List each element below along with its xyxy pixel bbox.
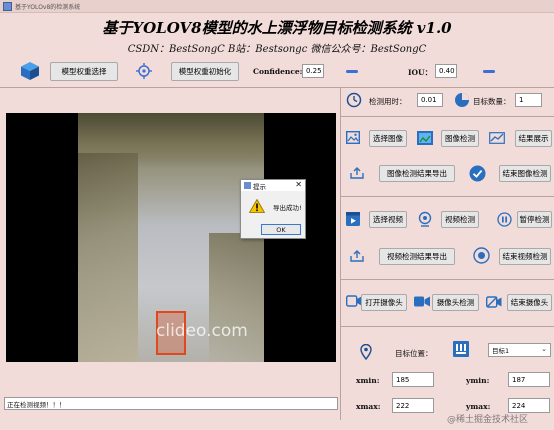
- time-field: 0.01: [417, 93, 443, 107]
- dialog-app-icon: [244, 182, 251, 189]
- video-detect-button[interactable]: 视频检测: [441, 211, 479, 228]
- select-weights-button[interactable]: 模型权重选择: [50, 62, 118, 81]
- line-chart-icon: [489, 132, 505, 144]
- select-video-button[interactable]: 选择视频: [369, 211, 407, 228]
- clock-icon: [346, 92, 362, 108]
- xmax-field: 222: [392, 398, 434, 413]
- show-result-button[interactable]: 结果展示: [515, 130, 552, 147]
- xmin-label: xmin:: [356, 376, 380, 385]
- ymax-label: ymax:: [466, 402, 491, 411]
- dialog-ok-button[interactable]: OK: [261, 224, 301, 235]
- stop-circle-icon: [473, 247, 490, 264]
- window-titlebar: 基于YOLOv8的检测系统: [0, 0, 554, 13]
- info-dialog: 提示 ✕ 导出成功! OK: [240, 179, 306, 239]
- header-divider: [0, 87, 554, 88]
- target-list-icon: [453, 341, 469, 357]
- upload-icon: [350, 167, 364, 179]
- video-camera-icon: [414, 296, 430, 307]
- video-upload-icon: [350, 250, 364, 262]
- target-crosshair-icon: [136, 63, 152, 79]
- pause-detect-button[interactable]: 暂停检测: [517, 211, 552, 228]
- frame-vegetation-right: [209, 233, 264, 362]
- panel-divider: [340, 87, 341, 420]
- app-icon: [3, 2, 12, 11]
- model-cube-icon: [21, 62, 39, 80]
- open-camera-button[interactable]: 打开摄像头: [361, 294, 407, 311]
- video-section-divider: [340, 279, 554, 280]
- select-image-button[interactable]: 选择图像: [369, 130, 407, 147]
- time-label: 检测用时：: [369, 97, 407, 106]
- webcam-icon: [418, 211, 432, 227]
- export-image-result-button[interactable]: 图像检测结果导出: [379, 165, 455, 182]
- stop-image-detect-button[interactable]: 结束图像检测: [499, 165, 551, 182]
- frame-vegetation-left: [78, 153, 138, 362]
- image-detect-icon: [417, 131, 433, 145]
- ymin-field: 187: [508, 372, 550, 387]
- dialog-title: 提示: [253, 183, 266, 191]
- page-title: 基于YOLOV8模型的水上漂浮物目标检测系统 v1.0: [102, 19, 452, 37]
- confidence-spinbox[interactable]: 0.25: [302, 64, 324, 78]
- target-select[interactable]: 目标1 ⌄: [488, 343, 551, 357]
- camera-section-divider: [340, 326, 554, 327]
- window-title: 基于YOLOv8的检测系统: [15, 4, 81, 11]
- ymin-label: ymin:: [466, 376, 490, 385]
- count-label: 目标数量：: [473, 97, 511, 106]
- location-pin-icon: [360, 344, 372, 360]
- ymax-field: 224: [508, 398, 550, 413]
- video-file-icon: [346, 212, 360, 226]
- stats-divider: [340, 116, 554, 117]
- dialog-titlebar: 提示 ✕: [241, 180, 305, 191]
- status-field: 正在检测视频！！！: [4, 397, 338, 410]
- export-video-result-button[interactable]: 视频检测结果导出: [379, 248, 455, 265]
- dialog-message: 导出成功!: [273, 204, 302, 212]
- check-circle-icon: [469, 165, 486, 182]
- iou-slider[interactable]: [483, 70, 495, 73]
- dialog-close-button[interactable]: ✕: [295, 180, 302, 189]
- iou-label: IOU：: [408, 68, 433, 77]
- camera-off-icon: [486, 296, 502, 308]
- pie-chart-icon: [455, 93, 469, 107]
- camera-icon: [346, 295, 362, 307]
- image-detect-button[interactable]: 图像检测: [441, 130, 479, 147]
- warning-icon: [249, 199, 265, 213]
- image-section-divider: [340, 196, 554, 197]
- iou-spinbox[interactable]: 0.40: [435, 64, 457, 78]
- target-select-value: 目标1: [492, 347, 510, 355]
- count-field: 1: [515, 93, 542, 107]
- camera-detect-button[interactable]: 摄像头检测: [432, 294, 479, 311]
- confidence-slider[interactable]: [346, 70, 358, 73]
- footer-watermark: @稀土掘金技术社区: [447, 415, 529, 425]
- close-camera-button[interactable]: 结束摄像头: [507, 294, 552, 311]
- stop-video-detect-button[interactable]: 结束视频检测: [499, 248, 551, 265]
- page-subtitle: CSDN：BestSongC B站：Bestsongc 微信公众号：BestSo…: [127, 44, 427, 55]
- xmin-field: 185: [392, 372, 434, 387]
- pause-icon: [497, 212, 512, 227]
- xmax-label: xmax:: [356, 402, 381, 411]
- init-weights-button[interactable]: 模型权重初始化: [171, 62, 239, 81]
- confidence-label: Confidence:: [253, 67, 303, 76]
- video-watermark: clideo.com: [156, 321, 248, 341]
- target-location-label: 目标位置：: [395, 349, 433, 358]
- image-icon: [346, 131, 360, 144]
- chevron-down-icon: ⌄: [541, 345, 547, 353]
